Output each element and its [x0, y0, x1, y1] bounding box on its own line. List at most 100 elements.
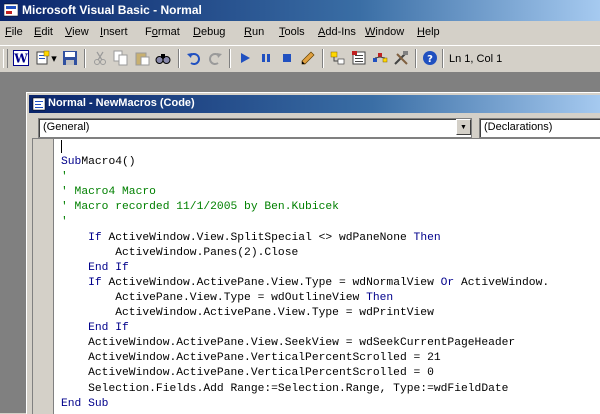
break-icon[interactable] — [258, 50, 274, 66]
standard-toolbar: W ▾ ? Ln 1, Col 1 — [0, 45, 600, 73]
code-text: ActivePane.View.Type = wdOutlineView — [61, 291, 367, 304]
menu-add-ins[interactable]: Add-Ins — [318, 26, 356, 38]
toolbar-separator — [442, 49, 444, 68]
object-combo-value: (General) — [43, 121, 90, 133]
find-icon[interactable] — [155, 50, 171, 66]
menu-edit[interactable]: Edit — [34, 26, 53, 38]
toolbar-separator — [229, 49, 231, 68]
object-browser-icon[interactable] — [372, 50, 388, 66]
code-line[interactable]: End If — [61, 261, 600, 276]
toolbar-separator — [178, 49, 180, 68]
code-line[interactable]: ActiveWindow.ActivePane.View.SeekView = … — [61, 336, 600, 351]
code-line[interactable]: ActiveWindow.ActivePane.VerticalPercentS… — [61, 351, 600, 366]
code-line[interactable]: If ActiveWindow.View.SplitSpecial <> wdP… — [61, 231, 600, 246]
object-combo[interactable]: (General) ▼ — [38, 118, 472, 138]
code-text: Macro4() — [81, 156, 136, 169]
code-line[interactable]: End If — [61, 321, 600, 336]
code-line[interactable]: ActivePane.View.Type = wdOutlineView The… — [61, 291, 600, 306]
code-line[interactable]: ' Macro recorded 11/1/2005 by Ben.Kubice… — [61, 200, 600, 215]
toolbar-separator — [322, 49, 324, 68]
menu-view[interactable]: View — [65, 26, 89, 38]
code-line[interactable]: Selection.Fields.Add Range:=Selection.Ra… — [61, 382, 600, 397]
app-titlebar: Microsoft Visual Basic - Normal — [0, 0, 600, 21]
code-line[interactable]: ActiveWindow.ActivePane.VerticalPercentS… — [61, 366, 600, 381]
code-comment: ' Macro recorded 11/1/2005 by Ben.Kubice… — [61, 201, 339, 214]
code-text: Selection.Fields.Add Range:=Selection.Ra… — [61, 382, 509, 395]
code-text: ActiveWindow.ActivePane.VerticalPercentS… — [61, 367, 434, 380]
code-window-title: Normal - NewMacros (Code) — [48, 97, 195, 109]
menu-tools[interactable]: Tools — [279, 26, 305, 38]
code-keyword: Then — [413, 231, 441, 244]
code-line[interactable]: ' — [61, 170, 600, 185]
redo-icon[interactable] — [207, 50, 223, 66]
code-line[interactable]: End Sub — [61, 397, 600, 412]
code-text: ActiveWindow.Panes(2).Close — [61, 246, 299, 259]
menu-bar: File Edit View Insert Format Debug Run Tools Add… — [0, 22, 600, 44]
procedure-combo[interactable]: (Declarations) — [479, 118, 600, 138]
menu-insert[interactable]: Insert — [100, 26, 128, 38]
code-line[interactable]: ' Macro4 Macro — [61, 185, 600, 200]
undo-icon[interactable] — [186, 50, 202, 66]
code-keyword: End If — [88, 261, 129, 274]
code-line[interactable]: ActiveWindow.Panes(2).Close — [61, 246, 600, 261]
vba-app-icon — [4, 3, 18, 17]
menu-help[interactable]: Help — [417, 26, 440, 38]
chevron-down-icon[interactable]: ▼ — [456, 119, 471, 135]
toolbox-icon[interactable] — [393, 50, 409, 66]
menu-run[interactable]: Run — [244, 26, 264, 38]
svg-text:?: ? — [427, 54, 433, 65]
help-icon[interactable]: ? — [422, 50, 438, 66]
code-module-icon — [32, 97, 46, 111]
toolbar-grip[interactable] — [3, 49, 8, 68]
copy-icon[interactable] — [113, 50, 129, 66]
save-icon[interactable] — [62, 50, 78, 66]
cursor-position: Ln 1, Col 1 — [449, 53, 503, 65]
insert-module-icon[interactable] — [35, 50, 51, 66]
code-text: ActiveWindow.ActivePane.View.Type = wdNo… — [101, 276, 441, 289]
code-line[interactable]: ' — [61, 215, 600, 230]
design-mode-icon[interactable] — [300, 50, 316, 66]
code-keyword: Or — [440, 276, 455, 289]
code-comment: ' — [61, 216, 68, 229]
code-comment: ' Macro4 Macro — [61, 186, 156, 199]
code-line[interactable]: ActiveWindow.ActivePane.View.Type = wdPr… — [61, 306, 600, 321]
code-text: ActiveWindow.View.SplitSpecial <> wdPane… — [101, 231, 414, 244]
paste-icon[interactable] — [134, 50, 150, 66]
code-text: ActiveWindow.ActivePane.View.SeekView = … — [61, 337, 516, 350]
code-line[interactable]: SubMacro4() — [61, 155, 600, 170]
menu-file[interactable]: File — [5, 26, 23, 38]
code-line[interactable] — [61, 140, 600, 155]
code-lines: SubMacro4() ' ' Macro4 Macro ' Macro record… — [61, 140, 600, 412]
code-keyword: Sub — [61, 156, 82, 169]
svg-text:W: W — [13, 52, 28, 66]
code-text: ActiveWindow.ActivePane.View.Type = wdPr… — [61, 307, 434, 320]
cut-icon[interactable] — [92, 50, 108, 66]
word-icon[interactable]: W — [13, 50, 29, 66]
toolbar-separator — [84, 49, 86, 68]
insert-dropdown-icon[interactable]: ▾ — [50, 50, 58, 66]
code-keyword: End If — [88, 322, 129, 335]
code-text: ActiveWindow.ActivePane.VerticalPercentS… — [61, 352, 441, 365]
project-explorer-icon[interactable] — [330, 50, 346, 66]
code-comment: ' — [61, 171, 68, 184]
code-keyword: If — [88, 231, 102, 244]
code-keyword: Then — [366, 291, 394, 304]
text-cursor — [61, 140, 62, 153]
code-keyword: End Sub — [61, 397, 109, 410]
menu-debug[interactable]: Debug — [193, 26, 225, 38]
menu-format[interactable]: Format — [145, 26, 180, 38]
code-editor[interactable]: SubMacro4() ' ' Macro4 Macro ' Macro record… — [32, 138, 600, 414]
code-window-titlebar[interactable]: Normal - NewMacros (Code) — [29, 95, 600, 113]
run-icon[interactable] — [237, 50, 253, 66]
code-margin[interactable] — [33, 139, 54, 414]
code-text: ActiveWindow. — [454, 276, 550, 289]
toolbar-separator — [415, 49, 417, 68]
properties-icon[interactable] — [351, 50, 367, 66]
reset-icon[interactable] — [279, 50, 295, 66]
menu-window[interactable]: Window — [365, 26, 404, 38]
code-line[interactable]: If ActiveWindow.ActivePane.View.Type = w… — [61, 276, 600, 291]
